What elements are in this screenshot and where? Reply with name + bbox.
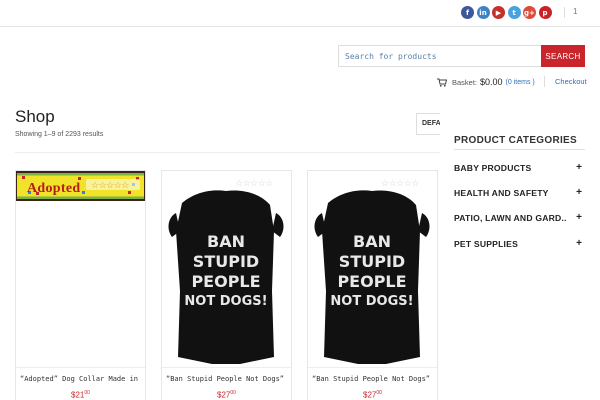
checkout-link[interactable]: Checkout — [555, 77, 587, 86]
product-price: $2100 — [16, 390, 145, 400]
shirt-line-2: STUPID — [339, 252, 405, 271]
category-label[interactable]: HEALTH AND SAFETY — [454, 188, 549, 198]
basket-summary[interactable]: Basket: $0.00 (0 items ) — [437, 77, 535, 87]
shirt-line-4: NOT DOGS! — [330, 294, 413, 309]
product-title[interactable]: “Ban Stupid People Not Dogs” Dog Shirt — [166, 375, 287, 383]
shirt-line-2: STUPID — [193, 252, 259, 271]
shirt-line-1: BAN — [353, 232, 391, 251]
product-card[interactable]: Adopted ☆☆☆☆☆ “Adopted” Dog Collar Made … — [15, 170, 146, 400]
price-main: $27 — [217, 390, 231, 400]
expand-icon[interactable]: + — [576, 238, 582, 249]
expand-icon[interactable]: + — [576, 187, 582, 198]
card-divider — [308, 367, 437, 368]
rating-stars: ☆☆☆☆☆ — [235, 178, 273, 188]
category-baby-products[interactable]: BABY PRODUCTS + — [454, 162, 585, 175]
category-health-and-safety[interactable]: HEALTH AND SAFETY + — [454, 187, 585, 200]
top-bar: f in ▶ t g+ p 1 — [0, 0, 600, 27]
pinterest-icon[interactable]: p — [538, 6, 552, 19]
rating-stars: ☆☆☆☆☆ — [381, 178, 419, 188]
basket-divider — [544, 76, 545, 87]
price-cents: 00 — [84, 390, 90, 396]
social-links: f in ▶ t g+ p — [461, 6, 554, 19]
collar-print-text: Adopted — [27, 181, 80, 196]
product-card[interactable]: BAN STUPID PEOPLE NOT DOGS! ☆☆☆☆☆ “Ban S… — [161, 170, 292, 400]
search-input[interactable] — [338, 45, 541, 67]
linkedin-icon[interactable]: in — [476, 6, 490, 19]
page-title: Shop — [15, 107, 55, 126]
categories-divider — [454, 149, 585, 150]
product-card[interactable]: BAN STUPID PEOPLE NOT DOGS! ☆☆☆☆☆ “Ban S… — [307, 170, 438, 400]
category-patio-lawn-garden[interactable]: PATIO, LAWN AND GARD.. + — [454, 212, 585, 225]
search-button[interactable]: SEARCH — [541, 45, 585, 67]
cart-icon — [437, 78, 447, 87]
sort-select[interactable]: DEFAULT SORTING — [416, 113, 440, 135]
price-cents: 00 — [230, 390, 236, 396]
price-cents: 00 — [376, 390, 382, 396]
facebook-icon[interactable]: f — [461, 6, 474, 19]
basket-label: Basket: — [452, 77, 478, 87]
product-price: $2700 — [308, 390, 437, 400]
content-divider — [15, 152, 440, 153]
card-divider — [16, 367, 145, 368]
product-title[interactable]: “Ban Stupid People Not Dogs” Dog Shirt — [312, 375, 433, 383]
categories-heading: PRODUCT CATEGORIES — [454, 135, 577, 146]
category-label[interactable]: BABY PRODUCTS — [454, 163, 531, 173]
category-label[interactable]: PET SUPPLIES — [454, 239, 518, 249]
product-image[interactable]: Adopted — [16, 171, 145, 366]
expand-icon[interactable]: + — [576, 212, 582, 223]
youtube-icon[interactable]: ▶ — [492, 6, 505, 19]
google-plus-icon[interactable]: g+ — [523, 6, 536, 19]
shirt-line-1: BAN — [207, 232, 245, 251]
shirt-line-3: PEOPLE — [191, 272, 260, 291]
twitter-icon[interactable]: t — [507, 6, 521, 19]
expand-icon[interactable]: + — [576, 162, 582, 173]
product-image[interactable]: BAN STUPID PEOPLE NOT DOGS! — [162, 171, 291, 366]
product-price: $2700 — [162, 390, 291, 400]
product-image[interactable]: BAN STUPID PEOPLE NOT DOGS! — [308, 171, 437, 366]
top-divider — [564, 7, 565, 18]
shirt-line-3: PEOPLE — [337, 272, 406, 291]
basket-amount: $0.00 — [480, 77, 503, 87]
price-main: $21 — [71, 390, 85, 400]
basket-items-count[interactable]: (0 items ) — [506, 79, 535, 86]
category-label[interactable]: PATIO, LAWN AND GARD.. — [454, 213, 567, 223]
card-divider — [162, 367, 291, 368]
shirt-line-4: NOT DOGS! — [184, 294, 267, 309]
product-title[interactable]: “Adopted” Dog Collar Made in the USA — [20, 375, 141, 383]
category-pet-supplies[interactable]: PET SUPPLIES + — [454, 238, 585, 251]
rating-stars: ☆☆☆☆☆ — [91, 180, 129, 190]
result-count: Showing 1–9 of 2293 results — [15, 131, 104, 138]
price-main: $27 — [363, 390, 377, 400]
top-cart-count[interactable]: 1 — [573, 7, 577, 16]
